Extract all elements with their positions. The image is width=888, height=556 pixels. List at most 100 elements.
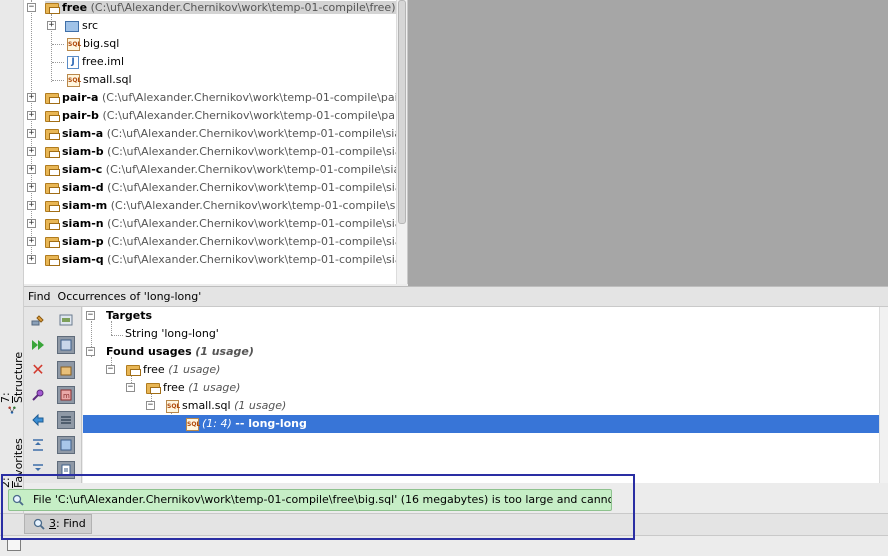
find-tool-tab[interactable]: 3: Find xyxy=(24,514,92,534)
module-icon xyxy=(60,339,72,351)
structure-icon xyxy=(8,406,16,414)
result-folder-free[interactable]: − free (1 usage) xyxy=(126,379,240,397)
group-by-type-button[interactable] xyxy=(57,311,75,329)
group-icon xyxy=(59,314,73,326)
module-folder-icon xyxy=(45,2,60,14)
module-path: (C:\uf\Alexander.Chernikov\work\temp-01-… xyxy=(102,109,408,122)
usage-count: (1 usage) xyxy=(195,345,254,358)
expand-toggle[interactable]: + xyxy=(27,201,36,210)
pin-button[interactable] xyxy=(29,386,47,404)
tree-item-siam-n[interactable]: + siam-n (C:\uf\Alexander.Chernikov\work… xyxy=(27,215,408,233)
collapse-all-button[interactable] xyxy=(29,461,47,479)
module-folder-icon xyxy=(45,236,60,248)
expand-toggle[interactable]: + xyxy=(47,21,56,30)
tree-item-siam-m[interactable]: + siam-m (C:\uf\Alexander.Chernikov\work… xyxy=(27,197,407,215)
find-toolbar: ✕ m xyxy=(24,307,82,483)
module-name: siam-a xyxy=(62,127,104,140)
result-module-free[interactable]: − free (1 usage) xyxy=(106,361,220,379)
tree-item-small-sql[interactable]: SQL small.sql xyxy=(67,71,132,89)
favorites-tool-tab[interactable]: 2: Favorites xyxy=(0,438,25,488)
find-panel-tab-occurrences[interactable]: Occurrences of 'long-long' xyxy=(58,290,202,303)
notification-balloon[interactable]: File 'C:\uf\Alexander.Chernikov\work\tem… xyxy=(8,489,612,511)
collapse-toggle[interactable]: − xyxy=(126,383,135,392)
tree-item-pair-b[interactable]: + pair-b (C:\uf\Alexander.Chernikov\work… xyxy=(27,107,408,125)
flatten-button[interactable] xyxy=(57,411,75,429)
tree-item-free[interactable]: − free (C:\uf\Alexander.Chernikov\work\t… xyxy=(27,0,398,17)
expand-toggle[interactable]: + xyxy=(27,147,36,156)
module-folder-icon xyxy=(45,182,60,194)
result-label: -- long-long xyxy=(235,417,307,430)
expand-toggle[interactable]: + xyxy=(27,165,36,174)
close-button[interactable]: ✕ xyxy=(29,361,47,379)
tree-item-siam-b[interactable]: + siam-b (C:\uf\Alexander.Chernikov\work… xyxy=(27,143,408,161)
folder-name: src xyxy=(82,19,99,32)
module-name: pair-a xyxy=(62,91,99,104)
expand-toggle[interactable]: + xyxy=(27,111,36,120)
sql-file-icon: SQL xyxy=(67,37,81,51)
tree-item-siam-c[interactable]: + siam-c (C:\uf\Alexander.Chernikov\work… xyxy=(27,161,407,179)
preview-icon xyxy=(60,439,72,451)
expand-toggle[interactable]: + xyxy=(27,219,36,228)
bottom-tool-window-bar xyxy=(0,513,888,535)
toggle-tool-windows-button[interactable] xyxy=(7,538,21,551)
sql-file-icon: SQL xyxy=(186,417,200,431)
collapse-toggle[interactable]: − xyxy=(146,401,155,410)
expand-toggle[interactable]: + xyxy=(27,237,36,246)
expand-toggle[interactable]: + xyxy=(27,255,36,264)
find-results-tree[interactable]: − Targets String 'long-long' − Found usa… xyxy=(83,307,879,483)
module-path: (C:\uf\Alexander.Chernikov\work\temp-01-… xyxy=(107,217,408,230)
results-scrollbar[interactable] xyxy=(879,307,888,483)
module-folder-icon xyxy=(45,92,60,104)
close-icon: ✕ xyxy=(31,360,45,379)
file-name: free.iml xyxy=(82,55,125,68)
result-label: free xyxy=(143,363,165,376)
module-folder-icon xyxy=(45,128,60,140)
flatten-icon xyxy=(61,416,71,424)
iml-file-icon: J xyxy=(67,55,79,69)
collapse-toggle[interactable]: − xyxy=(86,311,95,320)
expand-toggle[interactable]: + xyxy=(27,183,36,192)
project-tree[interactable]: − free (C:\uf\Alexander.Chernikov\work\t… xyxy=(24,0,408,284)
expand-toggle[interactable]: + xyxy=(27,129,36,138)
collapse-toggle[interactable]: − xyxy=(106,365,115,374)
tree-item-pair-a[interactable]: + pair-a (C:\uf\Alexander.Chernikov\work… xyxy=(27,89,407,107)
module-path: (C:\uf\Alexander.Chernikov\work\temp-01-… xyxy=(107,145,408,158)
tree-item-siam-q[interactable]: + siam-q (C:\uf\Alexander.Chernikov\work… xyxy=(27,251,407,269)
module-name: siam-c xyxy=(62,163,103,176)
rerun-button[interactable] xyxy=(29,336,47,354)
previous-occurrence-button[interactable] xyxy=(29,411,47,429)
result-found-usages[interactable]: − Found usages (1 usage) xyxy=(86,343,254,361)
rerun-settings-button[interactable] xyxy=(29,311,47,329)
project-tree-scroll-thumb[interactable] xyxy=(398,0,406,224)
tree-item-src[interactable]: + src xyxy=(47,17,98,35)
tree-item-big-sql[interactable]: SQL big.sql xyxy=(67,35,119,53)
module-path: (C:\uf\Alexander.Chernikov\work\temp-01-… xyxy=(106,127,408,140)
group-by-file-button[interactable]: m xyxy=(57,386,75,404)
module-name: siam-p xyxy=(62,235,104,248)
expand-toggle[interactable]: + xyxy=(27,93,36,102)
export-button[interactable] xyxy=(57,461,75,479)
module-folder-icon xyxy=(45,164,60,176)
folder-icon xyxy=(146,382,161,394)
preview-button[interactable] xyxy=(57,436,75,454)
tree-item-siam-p[interactable]: + siam-p (C:\uf\Alexander.Chernikov\work… xyxy=(27,233,407,251)
find-panel-title: Find xyxy=(28,290,51,303)
collapse-toggle[interactable]: − xyxy=(27,3,36,12)
tree-item-siam-d[interactable]: + siam-d (C:\uf\Alexander.Chernikov\work… xyxy=(27,179,408,197)
tree-item-siam-a[interactable]: + siam-a (C:\uf\Alexander.Chernikov\work… xyxy=(27,125,408,143)
tree-item-free-iml[interactable]: Jfree.iml xyxy=(67,53,124,71)
find-panel-header: Find Occurrences of 'long-long' xyxy=(24,286,888,307)
result-file-small-sql[interactable]: − SQL small.sql (1 usage) xyxy=(146,397,286,415)
module-name: siam-b xyxy=(62,145,104,158)
module-folder-icon xyxy=(45,200,60,212)
structure-tool-tab[interactable]: 7: Structure xyxy=(0,352,25,414)
group-by-package-button[interactable] xyxy=(57,361,75,379)
module-path: (C:\uf\Alexander.Chernikov\work\temp-01-… xyxy=(107,181,408,194)
result-target-string[interactable]: String 'long-long' xyxy=(125,325,219,343)
expand-all-button[interactable] xyxy=(29,436,47,454)
group-by-module-button[interactable] xyxy=(57,336,75,354)
collapse-toggle[interactable]: − xyxy=(86,347,95,356)
result-label: small.sql xyxy=(182,399,231,412)
result-targets[interactable]: − Targets xyxy=(86,307,152,325)
result-usage-line[interactable]: SQL (1: 4) -- long-long xyxy=(83,415,879,433)
